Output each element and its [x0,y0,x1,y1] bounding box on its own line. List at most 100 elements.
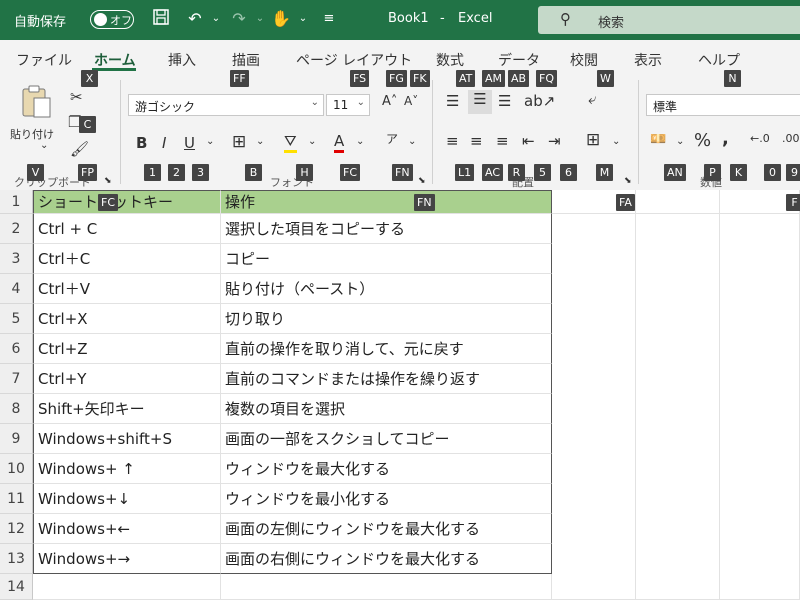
table-cell-action[interactable]: 直前の操作を取り消して、元に戻す [221,334,552,364]
table-cell-shortcut[interactable]: Windows+shift+S [33,424,221,454]
table-cell-shortcut[interactable]: Ctrl+Y [33,364,221,394]
chevron-down-icon[interactable]: ⌄ [249,8,271,30]
table-cell-shortcut[interactable]: Windows+↓ [33,484,221,514]
table-cell-action[interactable]: 複数の項目を選択 [221,394,552,424]
increase-decimal-icon[interactable]: ←.0 [750,132,770,145]
orientation-icon[interactable]: ab↗ [524,92,555,110]
row-header[interactable]: 14 [0,574,33,600]
decrease-decimal-icon[interactable]: .00 [782,132,800,145]
chevron-down-icon[interactable]: ⌄ [292,8,314,30]
table-cell-shortcut[interactable]: Ctrl+Z [33,334,221,364]
chevron-down-icon[interactable]: ⌄ [311,97,319,108]
row-header[interactable]: 5 [0,304,33,334]
dialog-launcher-icon[interactable]: ⬊ [624,176,632,186]
row-header[interactable]: 10 [0,454,33,484]
tab-draw[interactable]: 描画 [232,50,260,70]
align-left-icon[interactable]: ≡ [446,132,459,150]
customize-qat-icon[interactable]: ≡ [318,8,340,30]
touch-mode-icon[interactable]: ✋ [270,8,292,30]
merge-center-icon[interactable]: ⊞ [586,130,600,150]
tab-file[interactable]: ファイル [16,50,72,70]
table-cell-shortcut[interactable]: Ctrl＋V [33,274,221,304]
tab-formulas[interactable]: 数式 [436,50,464,70]
table-cell-shortcut[interactable]: Windows+ ↑ [33,454,221,484]
tab-insert[interactable]: 挿入 [168,50,196,70]
save-icon[interactable] [150,8,172,30]
table-cell-shortcut[interactable]: Ctrl + C [33,214,221,244]
percent-icon[interactable]: % [694,130,711,151]
table-cell-action[interactable]: 貼り付け（ペースト） [221,274,552,304]
table-cell-action[interactable]: ウィンドウを最小化する [221,484,552,514]
redo-icon[interactable]: ↷ [228,8,250,30]
chevron-down-icon[interactable]: ⌄ [357,97,365,108]
font-color-icon[interactable]: A [334,132,345,153]
chevron-down-icon[interactable]: ⌄ [308,136,316,147]
chevron-down-icon[interactable]: ⌄ [206,136,214,147]
empty-column[interactable] [636,214,720,600]
decrease-font-icon[interactable]: A˅ [404,94,418,108]
row-header[interactable]: 3 [0,244,33,274]
empty-column[interactable] [720,214,800,600]
row-header[interactable]: 8 [0,394,33,424]
cell[interactable] [33,574,221,600]
tab-data[interactable]: データ [498,50,540,70]
cell[interactable] [221,574,552,600]
font-size-combo[interactable]: 11 ⌄ [326,94,370,116]
currency-icon[interactable]: 💴 [650,132,666,147]
table-cell-shortcut[interactable]: Windows+→ [33,544,221,574]
table-cell-action[interactable]: 選択した項目をコピーする [221,214,552,244]
fill-color-icon[interactable]: ⛛ [284,132,297,153]
bold-icon[interactable]: B [136,134,147,152]
tab-page-layout[interactable]: ページ レイアウト [296,50,412,70]
comma-style-icon[interactable]: , [722,128,729,149]
table-cell-action[interactable]: 切り取り [221,304,552,334]
align-center-icon[interactable]: ≡ [470,132,483,150]
cell[interactable] [636,190,720,214]
row-header[interactable]: 11 [0,484,33,514]
autosave-toggle[interactable]: オフ [90,10,134,29]
dialog-launcher-icon[interactable]: ⬊ [418,176,426,186]
row-header[interactable]: 7 [0,364,33,394]
tab-view[interactable]: 表示 [634,50,662,70]
undo-icon[interactable]: ↶ [184,8,206,30]
chevron-down-icon[interactable]: ⌄ [205,8,227,30]
table-cell-action[interactable]: 画面の一部をスクショしてコピー [221,424,552,454]
align-right-icon[interactable]: ≡ [496,132,509,150]
wrap-text-icon[interactable]: ⤶ [588,90,596,108]
table-cell-action[interactable]: ウィンドウを最大化する [221,454,552,484]
row-header[interactable]: 12 [0,514,33,544]
chevron-down-icon[interactable]: ⌄ [40,140,48,151]
align-bottom-icon[interactable]: ☰ [498,92,511,110]
align-middle-icon[interactable]: ☰ [468,90,492,114]
align-top-icon[interactable]: ☰ [446,92,459,110]
borders-icon[interactable]: ⊞ [232,132,246,152]
table-cell-shortcut[interactable]: Windows+← [33,514,221,544]
dialog-launcher-icon[interactable]: ⬊ [104,176,112,186]
paste-icon[interactable] [18,84,54,120]
table-cell-shortcut[interactable]: Shift+矢印キー [33,394,221,424]
decrease-indent-icon[interactable]: ⇤ [522,132,535,150]
row-header[interactable]: 2 [0,214,33,244]
chevron-down-icon[interactable]: ⌄ [612,136,620,147]
header-cell-shortcut[interactable]: ショートカットキー [33,190,221,214]
underline-icon[interactable]: U [184,134,195,152]
font-name-combo[interactable]: 游ゴシック ⌄ [128,94,324,116]
cut-icon[interactable]: ✂ [70,88,83,106]
row-header[interactable]: 1 [0,190,33,214]
table-cell-action[interactable]: 画面の左側にウィンドウを最大化する [221,514,552,544]
number-format-combo[interactable]: 標準 [646,94,800,116]
increase-indent-icon[interactable]: ⇥ [548,132,561,150]
chevron-down-icon[interactable]: ⌄ [676,136,684,147]
tab-review[interactable]: 校閲 [570,50,598,70]
row-header[interactable]: 6 [0,334,33,364]
tab-help[interactable]: ヘルプ [698,50,740,70]
empty-column[interactable] [552,214,636,600]
italic-icon[interactable]: I [162,134,166,152]
chevron-down-icon[interactable]: ⌄ [356,136,364,147]
tab-home[interactable]: ホーム [94,50,136,70]
header-cell-action[interactable]: 操作 [221,190,552,214]
row-header[interactable]: 9 [0,424,33,454]
search-input[interactable]: 検索 [598,12,624,31]
table-cell-action[interactable]: 直前のコマンドまたは操作を繰り返す [221,364,552,394]
increase-font-icon[interactable]: A˄ [382,94,397,109]
